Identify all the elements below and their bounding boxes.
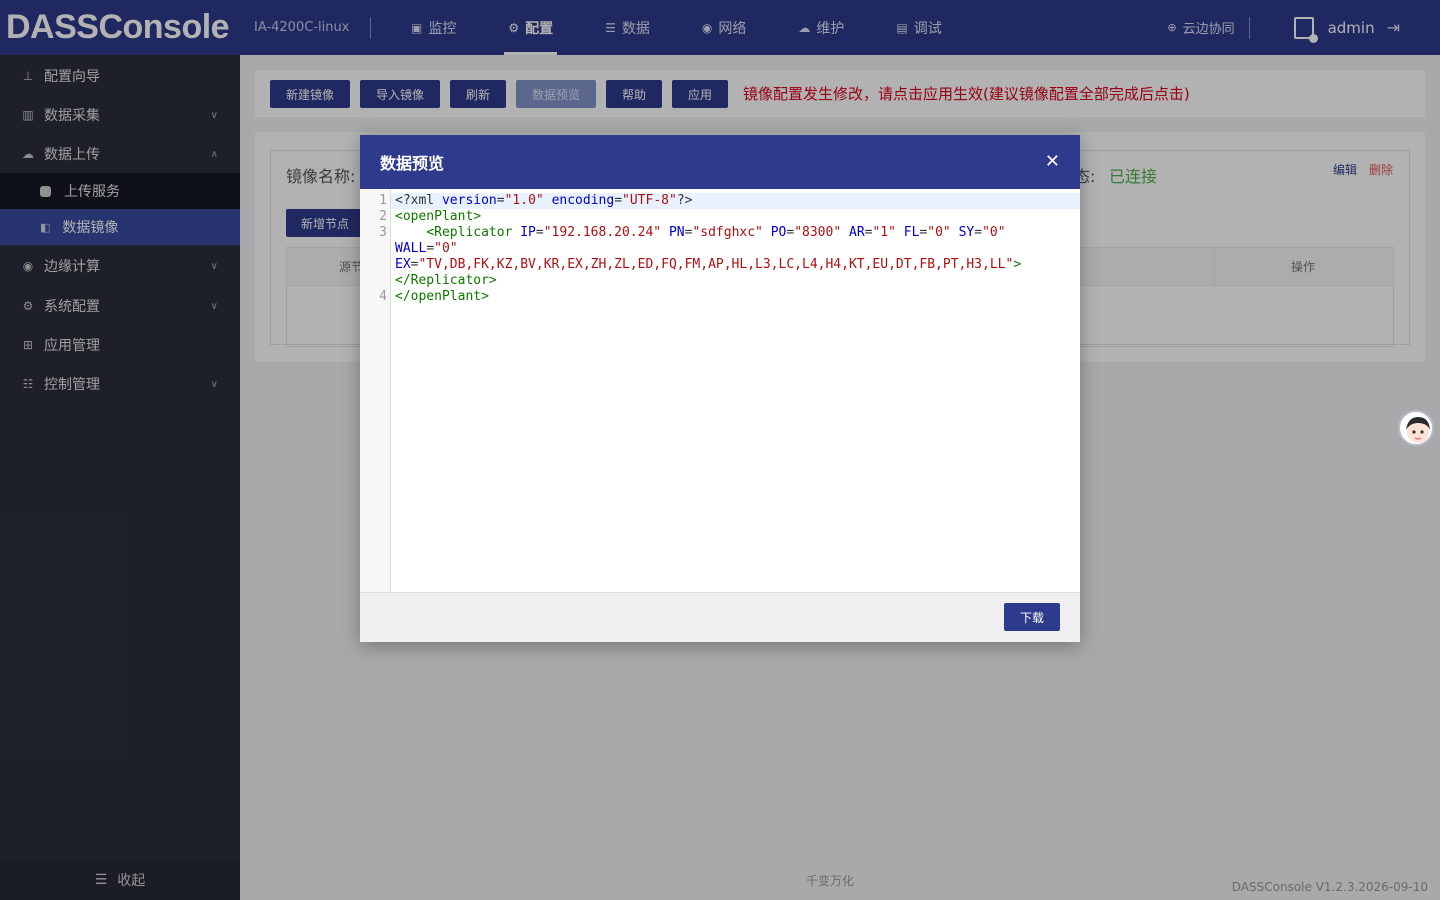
line-number: 3 — [379, 225, 387, 240]
code-line: <?xml version="1.0" encoding="UTF-8"?> — [395, 193, 693, 208]
line-number-gutter: 1 2 3 4 — [360, 189, 391, 592]
code-editor[interactable]: 1 2 3 4 <?xml version="1.0" encoding="UT… — [360, 189, 1080, 593]
line-number: 4 — [379, 289, 387, 304]
dialog-footer: 下载 — [360, 593, 1080, 642]
dialog-title: 数据预览 — [380, 154, 445, 173]
assistant-avatar[interactable] — [1398, 410, 1434, 446]
line-number: 1 — [379, 193, 387, 208]
code-line: <openPlant> — [395, 209, 482, 224]
download-button[interactable]: 下载 — [1004, 603, 1060, 631]
line-number: 2 — [379, 209, 387, 224]
code-line: WALL="0" — [395, 241, 458, 256]
code-line: <Replicator IP="192.168.20.24" PN="sdfgh… — [426, 225, 1006, 240]
close-icon[interactable]: ✕ — [1045, 152, 1060, 172]
data-preview-dialog: 数据预览 ✕ 1 2 3 4 <?xml version="1.0" encod… — [360, 135, 1080, 642]
dialog-header: 数据预览 ✕ — [360, 135, 1080, 189]
code-line: EX="TV,DB,FK,KZ,BV,KR,EX,ZH,ZL,ED,FQ,FM,… — [395, 257, 1022, 272]
code-line: </openPlant> — [395, 289, 489, 304]
code-content: <?xml version="1.0" encoding="UTF-8"?> <o… — [395, 193, 1075, 305]
code-line: </Replicator> — [395, 273, 497, 288]
